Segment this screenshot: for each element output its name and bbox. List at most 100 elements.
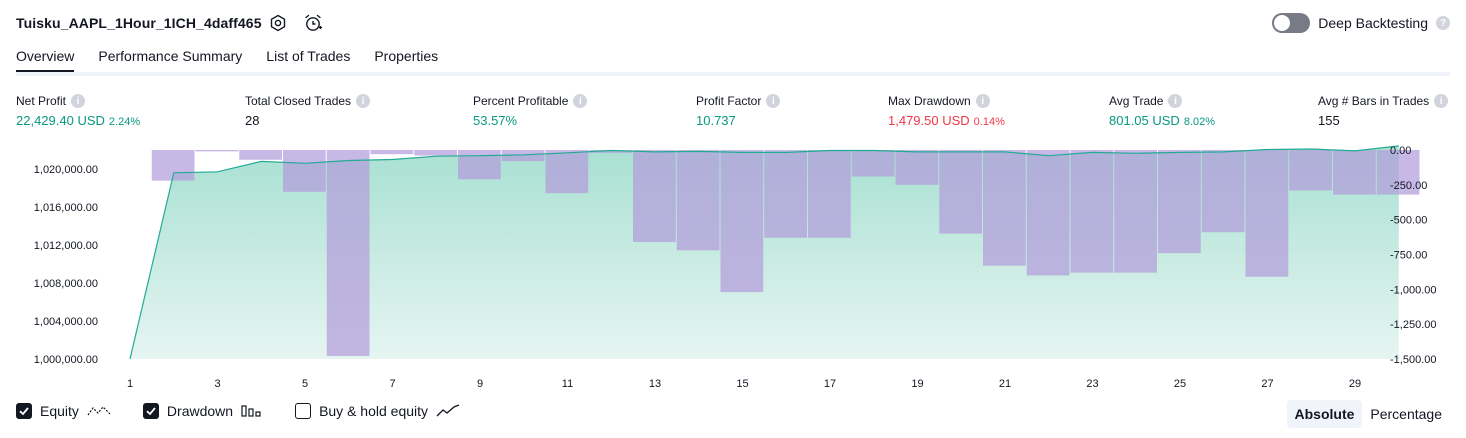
x-tick-label: 29: [1349, 378, 1361, 390]
metric-percent: 2.24%: [108, 116, 141, 128]
metric-value: 801.05 USD: [1109, 113, 1180, 128]
drawdown-bar: [939, 150, 982, 234]
drawdown-bar: [895, 150, 939, 185]
y-left-tick-label: 1,016,000.00: [34, 202, 98, 214]
info-icon[interactable]: i: [573, 94, 588, 108]
y-left-tick-label: 1,004,000.00: [34, 316, 98, 328]
x-tick-label: 7: [389, 378, 395, 390]
y-right-tick-label: -250.00: [1390, 180, 1427, 192]
y-right-tick-label: -1,500.00: [1390, 354, 1436, 366]
alarm-clock-plus-icon[interactable]: [302, 12, 324, 34]
legend-label: Drawdown: [166, 403, 234, 419]
drawdown-bar: [764, 150, 807, 238]
tab-properties[interactable]: Properties: [374, 48, 438, 73]
metric-value: 53.57%: [473, 113, 518, 128]
metric-total-closed-trades: Total Closed Trades i 28: [245, 94, 371, 128]
tab-bar: Overview Performance Summary List of Tra…: [16, 48, 438, 73]
metric-max-drawdown: Max Drawdown i 1,479.50 USD 0.14%: [888, 94, 1005, 128]
x-tick-label: 5: [302, 378, 308, 390]
metric-value: 22,429.40 USD: [16, 113, 105, 128]
legend-label: Buy & hold equity: [319, 403, 429, 419]
x-tick-label: 11: [562, 378, 573, 390]
y-right-tick-label: -1,000.00: [1390, 284, 1436, 296]
info-icon[interactable]: i: [356, 94, 371, 108]
info-icon[interactable]: i: [1168, 94, 1183, 108]
metric-label: Total Closed Trades: [245, 94, 352, 108]
drawdown-bar: [676, 150, 720, 251]
metric-percent-profitable: Percent Profitable i 53.57%: [473, 94, 588, 128]
drawdown-bar: [545, 150, 589, 194]
drawdown-bar: [1158, 150, 1201, 254]
x-tick-label: 13: [649, 378, 661, 390]
checkbox-checked[interactable]: [16, 403, 32, 419]
metric-profit-factor: Profit Factor i 10.737: [696, 94, 781, 128]
y-right-tick-label: -500.00: [1390, 215, 1427, 227]
drawdown-bar: [1201, 150, 1245, 233]
info-icon[interactable]: i: [975, 94, 990, 108]
drawdown-bar: [458, 150, 501, 180]
y-right-tick-label: -750.00: [1390, 250, 1427, 262]
drawdown-bar: [239, 150, 282, 160]
info-icon[interactable]: i: [71, 94, 86, 108]
deep-backtesting-toggle[interactable]: [1272, 13, 1311, 33]
strategy-title: Tuisku_AAPL_1Hour_1ICH_4daff465: [16, 15, 262, 31]
checkbox-checked[interactable]: [142, 403, 159, 419]
metric-value: 10.737: [696, 113, 736, 128]
drawdown-bar: [414, 150, 457, 156]
legend-equity[interactable]: Equity: [16, 403, 111, 419]
x-tick-label: 25: [1174, 378, 1186, 390]
legend-drawdown[interactable]: Drawdown: [142, 403, 263, 419]
y-left-tick-label: 1,012,000.00: [34, 240, 98, 252]
equity-drawdown-chart[interactable]: 1,000,000.00 1,004,000.00 1,008,000.00 1,01…: [0, 140, 1466, 395]
x-tick-label: 1: [127, 378, 133, 390]
drawdown-bar: [1026, 150, 1070, 276]
legend-label: Equity: [40, 403, 79, 419]
tab-performance-summary[interactable]: Performance Summary: [98, 48, 242, 73]
help-icon[interactable]: ?: [1436, 16, 1450, 30]
metric-label: Net Profit: [16, 94, 67, 108]
chart-legend: Equity Drawdown Buy & hold equity: [16, 403, 492, 419]
drawdown-bars-icon: [241, 405, 261, 417]
legend-buy-hold-equity[interactable]: Buy & hold equity: [295, 403, 460, 419]
gear-icon[interactable]: [267, 12, 289, 34]
metric-label: Avg # Bars in Trades: [1318, 94, 1430, 108]
info-icon[interactable]: i: [1434, 94, 1449, 108]
metric-value: 28: [245, 113, 260, 128]
view-mode-switch: Absolute Percentage: [1286, 400, 1451, 428]
absolute-button[interactable]: Absolute: [1286, 400, 1363, 428]
tab-overview[interactable]: Overview: [16, 48, 75, 73]
metric-value: 155: [1318, 113, 1340, 128]
deep-backtesting-label: Deep Backtesting: [1318, 15, 1428, 31]
y-left-tick-label: 1,020,000.00: [34, 164, 98, 176]
drawdown-bar: [370, 150, 414, 155]
drawdown-bar: [851, 150, 895, 177]
x-tick-label: 3: [214, 378, 220, 390]
x-tick-label: 23: [1086, 378, 1098, 390]
x-tick-label: 21: [999, 378, 1011, 390]
metric-percent: 8.02%: [1183, 116, 1216, 128]
metric-label: Percent Profitable: [473, 94, 569, 108]
y-left-tick-label: 1,000,000.00: [34, 354, 98, 366]
checkbox-unchecked[interactable]: [295, 403, 312, 419]
drawdown-bar: [1070, 150, 1114, 273]
x-tick-label: 9: [477, 378, 483, 390]
deep-backtesting-control: Deep Backtesting ?: [1272, 13, 1450, 33]
drawdown-bar: [1333, 150, 1376, 195]
tab-list-of-trades[interactable]: List of Trades: [266, 48, 350, 73]
metric-percent: 0.14%: [973, 116, 1005, 128]
drawdown-bar: [720, 150, 764, 293]
x-tick-label: 15: [736, 378, 748, 390]
metric-label: Max Drawdown: [888, 94, 971, 108]
info-icon[interactable]: i: [766, 94, 781, 108]
metric-label: Profit Factor: [696, 94, 762, 108]
metric-label: Avg Trade: [1109, 94, 1164, 108]
drawdown-bar: [633, 150, 676, 242]
tab-divider: [16, 72, 1450, 76]
x-tick-label: 27: [1261, 378, 1273, 390]
percentage-button[interactable]: Percentage: [1362, 400, 1450, 428]
metric-value: 1,479.50 USD: [888, 113, 970, 128]
drawdown-bar: [1245, 150, 1289, 277]
x-tick-label: 19: [911, 378, 923, 390]
buy-hold-line-icon: [436, 404, 460, 417]
x-tick-label: 17: [824, 378, 836, 390]
